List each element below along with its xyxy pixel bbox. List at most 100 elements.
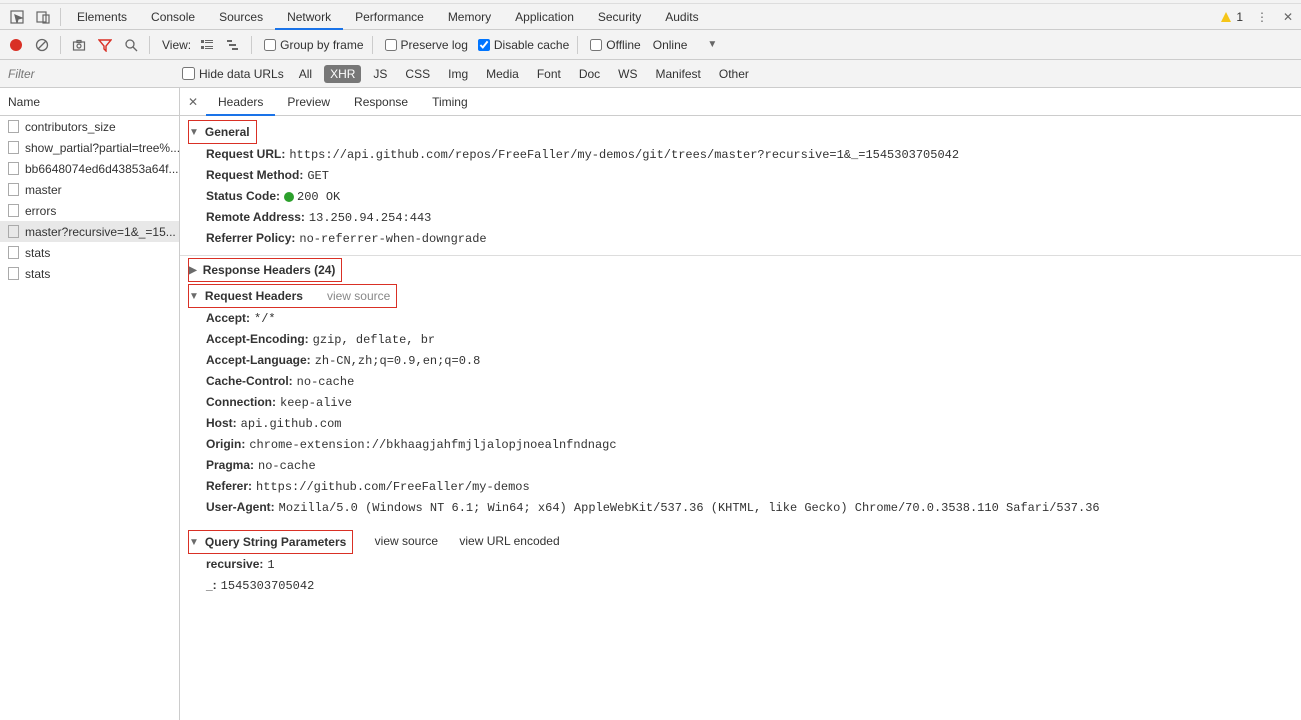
filter-icon[interactable]	[95, 35, 115, 55]
chevron-down-icon: ▼	[189, 127, 199, 138]
tab-memory[interactable]: Memory	[436, 4, 503, 30]
type-filter-xhr[interactable]: XHR	[324, 65, 361, 83]
warnings-badge[interactable]: 1	[1214, 10, 1249, 24]
large-rows-icon[interactable]	[197, 35, 217, 55]
file-icon	[8, 204, 19, 217]
request-row[interactable]: master	[0, 179, 179, 200]
header-row: Host:api.github.com	[188, 413, 1301, 434]
header-row: Accept-Language:zh-CN,zh;q=0.9,en;q=0.8	[188, 350, 1301, 371]
detail-tab-response[interactable]: Response	[342, 88, 420, 116]
offline-checkbox[interactable]: Offline	[590, 38, 640, 52]
chevron-down-icon: ▼	[189, 291, 199, 302]
file-icon	[8, 225, 19, 238]
file-icon	[8, 183, 19, 196]
network-filterbar: Hide data URLs All XHR JS CSS Img Media Font Do…	[0, 60, 1301, 88]
header-row: Pragma:no-cache	[188, 455, 1301, 476]
more-icon[interactable]: ⋮	[1249, 4, 1275, 30]
type-filter-js[interactable]: JS	[367, 65, 393, 83]
header-row: User-Agent:Mozilla/5.0 (Windows NT 6.1; …	[188, 497, 1301, 518]
tab-elements[interactable]: Elements	[65, 4, 139, 30]
detail-tab-timing[interactable]: Timing	[420, 88, 480, 116]
header-row: Referer:https://github.com/FreeFaller/my…	[188, 476, 1301, 497]
request-list: Name contributors_size show_partial?parti…	[0, 88, 180, 720]
file-icon	[8, 246, 19, 259]
close-detail-icon[interactable]: ✕	[180, 95, 206, 109]
network-toolbar: View: Group by frame Preserve log Disabl…	[0, 30, 1301, 60]
view-url-encoded-link[interactable]: view URL encoded	[459, 534, 559, 548]
inspect-icon[interactable]	[4, 4, 30, 30]
group-by-frame-checkbox[interactable]: Group by frame	[264, 38, 363, 52]
hide-data-urls-checkbox[interactable]: Hide data URLs	[182, 67, 284, 81]
request-row-label: contributors_size	[25, 120, 116, 134]
capture-screenshots-icon[interactable]	[69, 35, 89, 55]
request-row[interactable]: master?recursive=1&_=15...	[0, 221, 179, 242]
header-row: Accept:*/*	[188, 308, 1301, 329]
request-row-label: stats	[25, 246, 50, 260]
tab-audits[interactable]: Audits	[653, 4, 710, 30]
request-row[interactable]: stats	[0, 242, 179, 263]
request-row[interactable]: errors	[0, 200, 179, 221]
throttling-select[interactable]: Online	[653, 38, 688, 52]
header-row: Cache-Control:no-cache	[188, 371, 1301, 392]
chevron-down-icon[interactable]: ▼	[707, 39, 717, 50]
tab-security[interactable]: Security	[586, 4, 653, 30]
request-row-label: bb6648074ed6d43853a64f...	[25, 162, 179, 176]
type-filter-font[interactable]: Font	[531, 65, 567, 83]
request-row[interactable]: show_partial?partial=tree%...	[0, 137, 179, 158]
view-label: View:	[162, 38, 191, 52]
header-row: Origin:chrome-extension://bkhaagjahfmjlj…	[188, 434, 1301, 455]
header-row: Accept-Encoding:gzip, deflate, br	[188, 329, 1301, 350]
chevron-right-icon: ▶	[189, 265, 197, 276]
record-button[interactable]	[6, 35, 26, 55]
request-row-label: master	[25, 183, 62, 197]
request-row[interactable]: stats	[0, 263, 179, 284]
request-detail: ✕ HeadersPreviewResponseTiming ▼ General…	[180, 88, 1301, 720]
devtools-tabbar: ElementsConsoleSourcesNetworkPerformance…	[0, 4, 1301, 30]
header-row: Connection:keep-alive	[188, 392, 1301, 413]
section-request-headers[interactable]: ▼ Request Headers view source	[189, 285, 390, 307]
detail-tab-headers[interactable]: Headers	[206, 88, 275, 116]
file-icon	[8, 120, 19, 133]
filter-input[interactable]	[0, 61, 178, 87]
chevron-down-icon: ▼	[189, 537, 199, 548]
tab-network[interactable]: Network	[275, 4, 343, 30]
status-dot-icon	[284, 192, 294, 202]
view-source-link[interactable]: view source	[375, 534, 438, 548]
close-devtools-icon[interactable]: ✕	[1275, 4, 1301, 30]
tab-console[interactable]: Console	[139, 4, 207, 30]
device-toggle-icon[interactable]	[30, 4, 56, 30]
tab-performance[interactable]: Performance	[343, 4, 436, 30]
type-filter-img[interactable]: Img	[442, 65, 474, 83]
type-filter-media[interactable]: Media	[480, 65, 525, 83]
type-filter-ws[interactable]: WS	[612, 65, 643, 83]
request-row-label: show_partial?partial=tree%...	[25, 141, 179, 155]
request-row[interactable]: contributors_size	[0, 116, 179, 137]
preserve-log-checkbox[interactable]: Preserve log	[385, 38, 468, 52]
search-icon[interactable]	[121, 35, 141, 55]
type-filter-css[interactable]: CSS	[399, 65, 436, 83]
clear-button[interactable]	[32, 35, 52, 55]
section-general[interactable]: ▼ General	[189, 121, 250, 143]
type-filter-other[interactable]: Other	[713, 65, 755, 83]
divider	[60, 8, 61, 26]
query-param-row: _:1545303705042	[188, 575, 1301, 596]
request-row-label: stats	[25, 267, 50, 281]
file-icon	[8, 141, 19, 154]
type-filter-all[interactable]: All	[293, 65, 318, 83]
detail-tab-preview[interactable]: Preview	[275, 88, 342, 116]
type-filter-doc[interactable]: Doc	[573, 65, 606, 83]
request-row[interactable]: bb6648074ed6d43853a64f...	[0, 158, 179, 179]
tab-sources[interactable]: Sources	[207, 4, 275, 30]
section-response-headers[interactable]: ▶ Response Headers (24)	[189, 259, 335, 281]
tab-application[interactable]: Application	[503, 4, 586, 30]
view-source-link[interactable]: view source	[327, 289, 390, 303]
disable-cache-checkbox[interactable]: Disable cache	[478, 38, 569, 52]
query-param-row: recursive:1	[188, 554, 1301, 575]
warnings-count: 1	[1236, 10, 1243, 24]
network-main: Name contributors_size show_partial?parti…	[0, 88, 1301, 720]
section-query-params[interactable]: ▼ Query String Parameters	[189, 531, 346, 553]
type-filter-manifest[interactable]: Manifest	[650, 65, 707, 83]
request-row-label: master?recursive=1&_=15...	[25, 225, 176, 239]
waterfall-icon[interactable]	[223, 35, 243, 55]
request-list-header[interactable]: Name	[0, 88, 179, 116]
